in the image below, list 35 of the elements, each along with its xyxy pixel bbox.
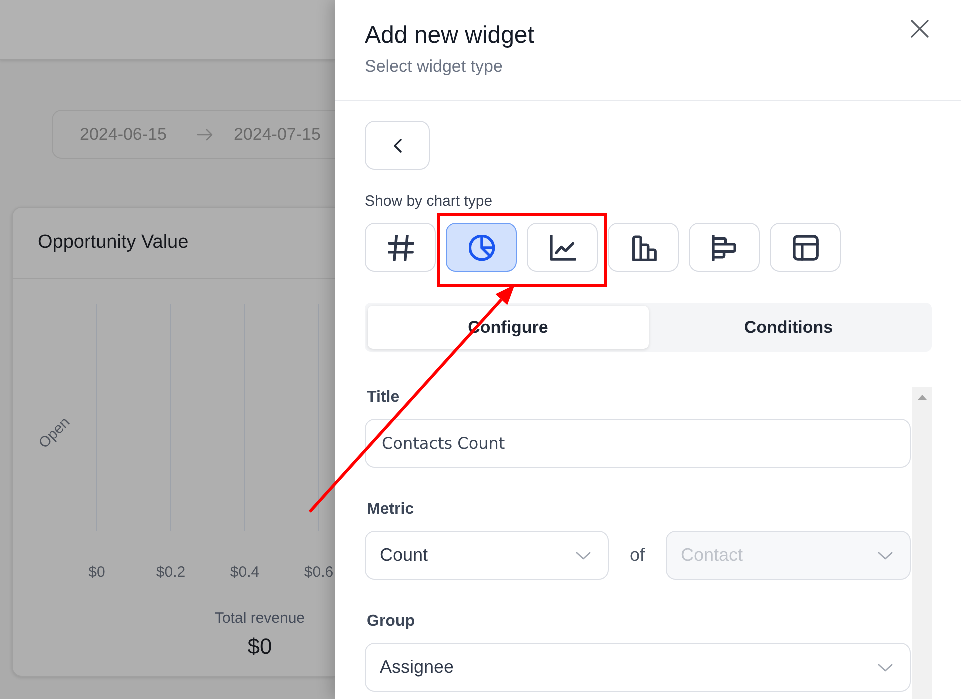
chart-type-button[interactable] [446,223,517,272]
chevron-down-icon [878,664,893,672]
tab[interactable]: Conditions [648,306,929,349]
axis-tick-label: $0.2 [156,564,186,581]
text-input[interactable]: Contacts Count [365,419,911,468]
field-label: Group [366,612,415,632]
joiner-text: of [628,544,646,567]
pie-chart-icon [468,234,494,260]
card-title: Opportunity Value [38,230,189,255]
drawer-subtitle: Select widget type [365,56,504,78]
total-value: $0 [248,633,272,661]
select-dropdown[interactable]: Count [365,531,609,580]
select-dropdown[interactable]: Assignee [365,643,911,692]
chevron-down-icon [878,552,893,560]
chevron-left-icon [394,138,402,152]
axis-tick-label: $0.6 [304,564,334,581]
field-label: Metric [366,500,414,520]
arrow-right-icon [196,128,213,140]
line-chart-icon [550,234,576,260]
scroll-up-arrow-icon [918,395,926,400]
bar-chart-icon [712,234,738,260]
chevron-down-icon [576,552,591,560]
end-date: 2024-07-15 [234,124,321,146]
layout-icon [792,234,818,260]
field-label: Title [366,388,400,408]
drawer-title: Add new widget [365,21,534,51]
column-chart-icon [630,234,656,260]
close-icon [911,20,929,38]
scrollbar[interactable] [912,387,932,699]
hash-icon [388,234,414,260]
chart-type-label: Show by chart type [365,192,493,212]
total-label: Total revenue [214,609,306,629]
axis-tick-label: $0 [88,564,106,581]
axis-tick-label: $0.4 [230,564,260,581]
start-date: 2024-06-15 [80,124,167,146]
